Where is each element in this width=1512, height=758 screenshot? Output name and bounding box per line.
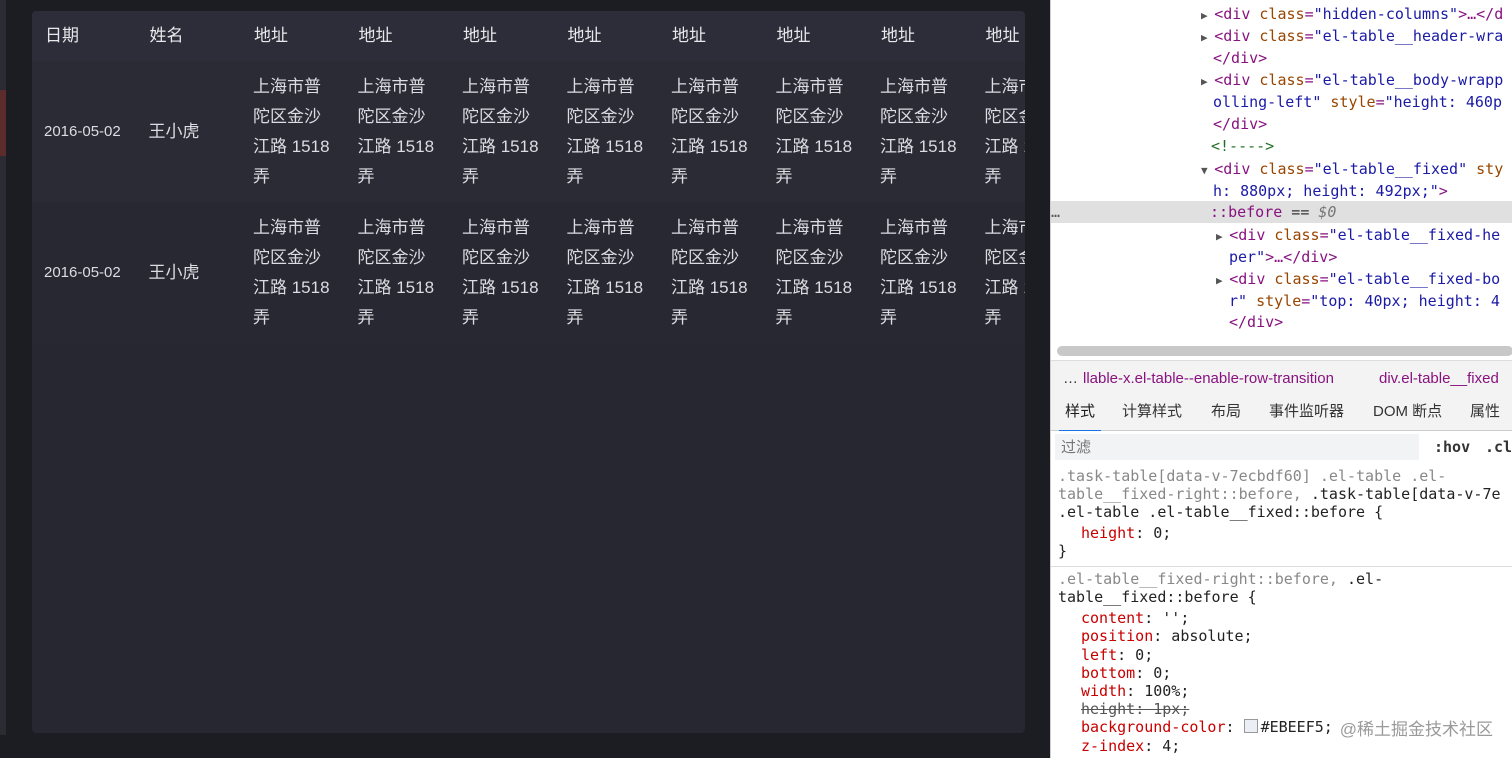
styles-tabs: 样式 计算样式 布局 事件监听器 DOM 断点 属性 xyxy=(1051,396,1512,432)
rule2-selector[interactable]: .el-table__fixed-right::before, .el- xyxy=(1058,570,1383,589)
column-header[interactable]: 地址 xyxy=(764,11,869,61)
cell-address: 上海市普陀区金沙江路 1518 弄 xyxy=(880,76,957,186)
tab-styles[interactable]: 样式 xyxy=(1059,396,1102,432)
dom-node-continuation: per">…</div> xyxy=(1229,248,1338,266)
cell-address: 上海市普陀区金沙江路 1518 弄 xyxy=(984,76,1026,186)
column-header[interactable]: 地址 xyxy=(346,11,451,61)
expand-triangle-icon[interactable]: ▶ xyxy=(1201,31,1214,44)
cell-name: 王小虎 xyxy=(148,121,200,141)
collapse-triangle-icon[interactable]: ▼ xyxy=(1201,164,1214,177)
cell-address: 上海市普陀区金沙江路 1518 弄 xyxy=(253,217,330,327)
cls-toggle[interactable]: .cl xyxy=(1485,431,1512,463)
cell-address: 上海市普陀区金沙江路 1518 弄 xyxy=(462,217,539,327)
breadcrumb-item-table[interactable]: llable-x.el-table--enable-row-transition xyxy=(1083,361,1334,397)
dom-close-tag: </div> xyxy=(1213,49,1268,67)
expand-triangle-icon[interactable]: ▶ xyxy=(1216,274,1229,287)
breadcrumb: … llable-x.el-table--enable-row-transiti… xyxy=(1051,360,1512,398)
dom-node-fixed[interactable]: ▼ <div class="el-table__fixed" sty xyxy=(1201,158,1503,182)
cell-address: 上海市普陀区金沙江路 1518 弄 xyxy=(880,217,957,327)
more-options-icon[interactable]: … xyxy=(1051,203,1060,221)
cell-address: 上海市普陀区金沙江路 1518 弄 xyxy=(357,76,435,186)
column-header[interactable]: 地址 xyxy=(659,11,764,61)
breadcrumb-more[interactable]: … xyxy=(1063,361,1078,397)
dom-node-before-selected[interactable]: …::before == $0 xyxy=(1051,201,1512,223)
dom-node-continuation: r" style="top: 40px; height: 4 xyxy=(1229,292,1500,310)
horizontal-scrollbar[interactable] xyxy=(1057,346,1512,356)
table-header: 日期 姓名 地址 地址 地址 地址 地址 地址 地址 地址 xyxy=(32,11,1025,61)
rule1-selector[interactable]: table__fixed-right::before, .task-table[… xyxy=(1058,485,1501,504)
css-property[interactable]: width: 100%; xyxy=(1081,682,1189,701)
cell-address: 上海市普陀区金沙江路 1518 弄 xyxy=(462,76,539,186)
color-swatch-icon[interactable] xyxy=(1243,719,1258,733)
cell-address: 上海市普陀区金沙江路 1518 弄 xyxy=(775,76,853,186)
dom-node-body-wrapper[interactable]: ▶ <div class="el-table__body-wrapp xyxy=(1201,69,1503,93)
column-header[interactable]: 地址 xyxy=(450,11,555,61)
el-table: 日期 姓名 地址 地址 地址 地址 地址 地址 地址 地址 2016-05-02 王小虎 上海市普陀区… xyxy=(32,11,1025,733)
dom-comment[interactable]: <!----> xyxy=(1211,135,1274,157)
dom-node-continuation: h: 880px; height: 492px;"> xyxy=(1213,182,1448,200)
tab-dom-breakpoints[interactable]: DOM 断点 xyxy=(1373,396,1442,430)
dom-node-hidden-columns[interactable]: ▶ <div class="hidden-columns">…</d xyxy=(1201,3,1503,27)
rule2-selector[interactable]: table__fixed::before { xyxy=(1058,588,1257,607)
cell-address: 上海市普陀区金沙江路 1518 弄 xyxy=(984,217,1026,327)
tab-event-listeners[interactable]: 事件监听器 xyxy=(1269,396,1344,430)
expand-triangle-icon[interactable]: ▶ xyxy=(1201,9,1214,22)
breadcrumb-item-fixed[interactable]: div.el-table__fixed xyxy=(1379,361,1499,397)
cell-date: 2016-05-02 xyxy=(44,263,121,281)
css-property[interactable]: height: 0; xyxy=(1081,524,1171,543)
cell-address: 上海市普陀区金沙江路 1518 弄 xyxy=(566,76,644,186)
expand-triangle-icon[interactable]: ▶ xyxy=(1216,230,1229,243)
cell-address: 上海市普陀区金沙江路 1518 弄 xyxy=(671,217,748,327)
table-row[interactable]: 2016-05-02 王小虎 上海市普陀区金沙江路 1518 弄上海市普陀区金沙江路… xyxy=(32,61,1025,202)
cell-address: 上海市普陀区金沙江路 1518 弄 xyxy=(566,217,644,327)
column-header[interactable]: 地址 xyxy=(555,11,660,61)
dom-node-fixed-body[interactable]: ▶ <div class="el-table__fixed-bo xyxy=(1216,268,1500,292)
dom-close-tag: </div> xyxy=(1229,313,1284,331)
rule-close-brace: } xyxy=(1058,542,1068,560)
rule-divider xyxy=(1051,566,1512,567)
left-sidebar-strip xyxy=(0,0,6,735)
cell-address: 上海市普陀区金沙江路 1518 弄 xyxy=(671,76,748,186)
watermark: @稀土掘金技术社区 xyxy=(1339,720,1493,739)
styles-pane: .task-table[data-v-7ecbdf60] .el-table .… xyxy=(1051,463,1512,758)
css-property[interactable]: z-index: 4; xyxy=(1081,737,1180,756)
filter-input[interactable] xyxy=(1055,434,1419,460)
hov-toggle[interactable]: :hov xyxy=(1434,431,1470,463)
css-property[interactable]: content: ''; xyxy=(1081,609,1189,628)
dom-node-continuation: olling-left" style="height: 460p xyxy=(1213,93,1502,111)
table-body: 2016-05-02 王小虎 上海市普陀区金沙江路 1518 弄上海市普陀区金沙江路… xyxy=(32,61,1025,343)
dom-node-fixed-header[interactable]: ▶ <div class="el-table__fixed-he xyxy=(1216,224,1500,248)
tab-layout[interactable]: 布局 xyxy=(1211,396,1241,430)
rule1-selector[interactable]: .task-table[data-v-7ecbdf60] .el-table .… xyxy=(1058,467,1446,486)
dom-tree: ▶ <div class="hidden-columns">…</d ▶ <di… xyxy=(1051,0,1512,342)
css-property[interactable]: position: absolute; xyxy=(1081,627,1253,646)
cell-address: 上海市普陀区金沙江路 1518 弄 xyxy=(253,76,330,186)
css-property[interactable]: bottom: 0; xyxy=(1081,664,1171,683)
column-header[interactable]: 地址 xyxy=(973,11,1026,61)
cell-date: 2016-05-02 xyxy=(44,122,121,140)
cell-name: 王小虎 xyxy=(148,262,200,282)
devtools-panel: ▶ <div class="hidden-columns">…</d ▶ <di… xyxy=(1050,0,1512,758)
table-row[interactable]: 2016-05-02 王小虎 上海市普陀区金沙江路 1518 弄上海市普陀区金沙江路… xyxy=(32,202,1025,343)
column-header[interactable]: 地址 xyxy=(241,11,346,61)
styles-filter-bar: :hov .cl xyxy=(1051,431,1512,464)
expand-triangle-icon[interactable]: ▶ xyxy=(1201,75,1214,88)
column-header[interactable]: 姓名 xyxy=(137,11,242,61)
dom-node-header-wrapper[interactable]: ▶ <div class="el-table__header-wra xyxy=(1201,25,1503,49)
css-property-background[interactable]: background-color: #EBEEF5; xyxy=(1081,718,1333,737)
cell-address: 上海市普陀区金沙江路 1518 弄 xyxy=(775,217,853,327)
column-header[interactable]: 地址 xyxy=(868,11,973,61)
dom-close-tag: </div> xyxy=(1213,115,1268,133)
css-property-overridden[interactable]: height: 1px; xyxy=(1081,700,1189,719)
column-header[interactable]: 日期 xyxy=(32,11,137,61)
cell-address: 上海市普陀区金沙江路 1518 弄 xyxy=(357,217,435,327)
rule1-selector[interactable]: .el-table .el-table__fixed::before { xyxy=(1058,503,1383,522)
sidebar-accent xyxy=(0,90,6,156)
css-property[interactable]: left: 0; xyxy=(1081,646,1153,665)
tab-computed[interactable]: 计算样式 xyxy=(1122,396,1182,430)
tab-properties[interactable]: 属性 xyxy=(1470,396,1500,430)
page-viewport: 日期 姓名 地址 地址 地址 地址 地址 地址 地址 地址 2016-05-02 王小虎 上海市普陀区… xyxy=(0,0,1050,758)
